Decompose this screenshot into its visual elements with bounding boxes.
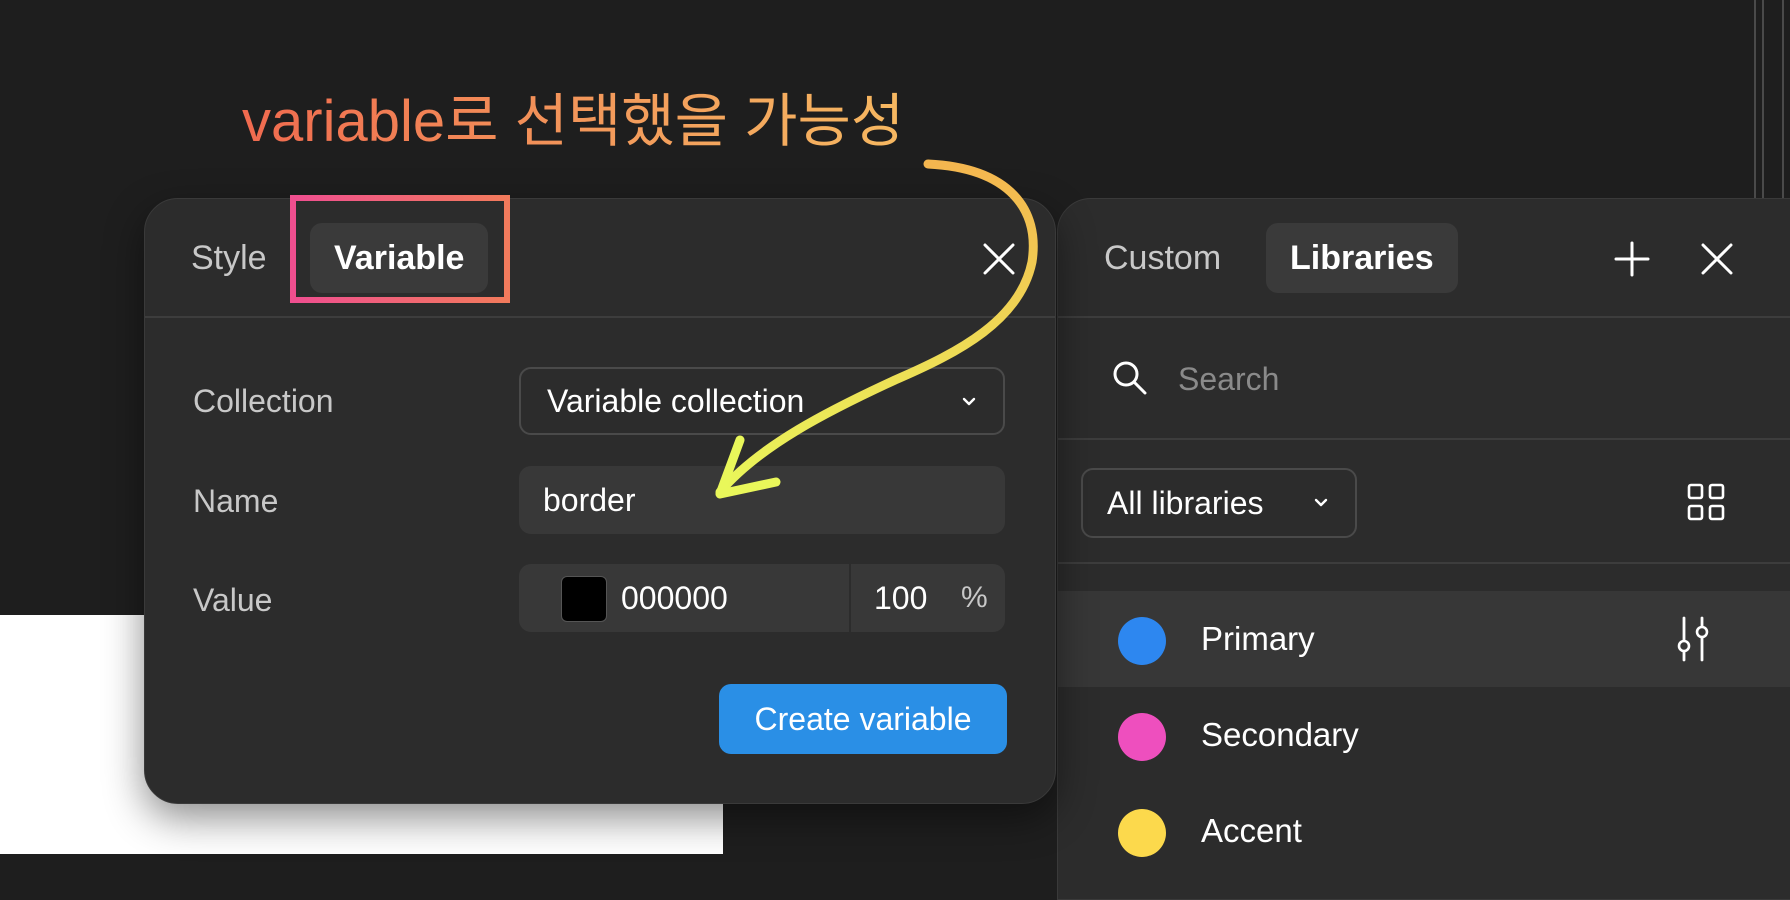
chevron-down-icon (1314, 498, 1328, 507)
adjust-icon[interactable] (1672, 616, 1714, 662)
tab-variable[interactable]: Variable (310, 223, 489, 293)
name-label: Name (193, 483, 279, 519)
color-swatch[interactable] (561, 576, 607, 622)
collection-label: Collection (193, 383, 334, 419)
library-filter-select[interactable]: All libraries (1081, 468, 1357, 538)
tab-custom[interactable]: Custom (1080, 223, 1245, 293)
value-divider (849, 564, 851, 632)
value-label: Value (193, 582, 273, 618)
color-dot (1118, 713, 1166, 761)
libraries-panel: Custom Libraries All libraries (1057, 198, 1790, 900)
annotation-text: variable로 선택했을 가능성 (242, 86, 904, 158)
plus-icon (1614, 241, 1650, 277)
add-button[interactable] (1610, 237, 1654, 281)
close-libraries-button[interactable] (1695, 237, 1739, 281)
list-item-label: Secondary (1201, 716, 1359, 753)
grid-view-icon[interactable] (1687, 483, 1725, 521)
create-variable-button[interactable]: Create variable (719, 684, 1007, 754)
list-item-label: Accent (1201, 812, 1302, 849)
left-panel-header: Style Variable (145, 195, 1055, 318)
filter-row: All libraries (1058, 440, 1790, 564)
tab-libraries[interactable]: Libraries (1266, 223, 1458, 293)
search-input[interactable] (1176, 348, 1700, 410)
list-item-label: Primary (1201, 620, 1315, 657)
name-value: border (543, 482, 636, 518)
list-item-accent[interactable]: Accent (1058, 783, 1790, 879)
close-panel-button[interactable] (977, 237, 1021, 281)
close-icon (1701, 243, 1733, 275)
canvas-edge-lines (1750, 0, 1790, 220)
list-item-primary[interactable]: Primary (1058, 591, 1790, 687)
right-panel-header: Custom Libraries (1058, 199, 1790, 318)
library-filter-value: All libraries (1107, 485, 1264, 521)
list-item-secondary[interactable]: Secondary (1058, 687, 1790, 783)
opacity-unit: % (961, 581, 988, 614)
chevron-down-icon (962, 397, 976, 406)
search-icon (1113, 361, 1147, 395)
search-row (1058, 318, 1790, 440)
create-variable-panel: Style Variable Collection Variable colle… (144, 195, 1056, 804)
opacity-input[interactable]: 100 (874, 564, 927, 632)
close-icon (983, 243, 1015, 275)
value-field: 000000 100 % (519, 564, 1005, 632)
color-dot (1118, 617, 1166, 665)
hex-input[interactable]: 000000 (621, 564, 728, 632)
collection-value: Variable collection (547, 383, 805, 419)
color-dot (1118, 809, 1166, 857)
name-input[interactable]: border (519, 466, 1005, 534)
tab-style[interactable]: Style (167, 223, 291, 293)
collection-select[interactable]: Variable collection (519, 367, 1005, 435)
